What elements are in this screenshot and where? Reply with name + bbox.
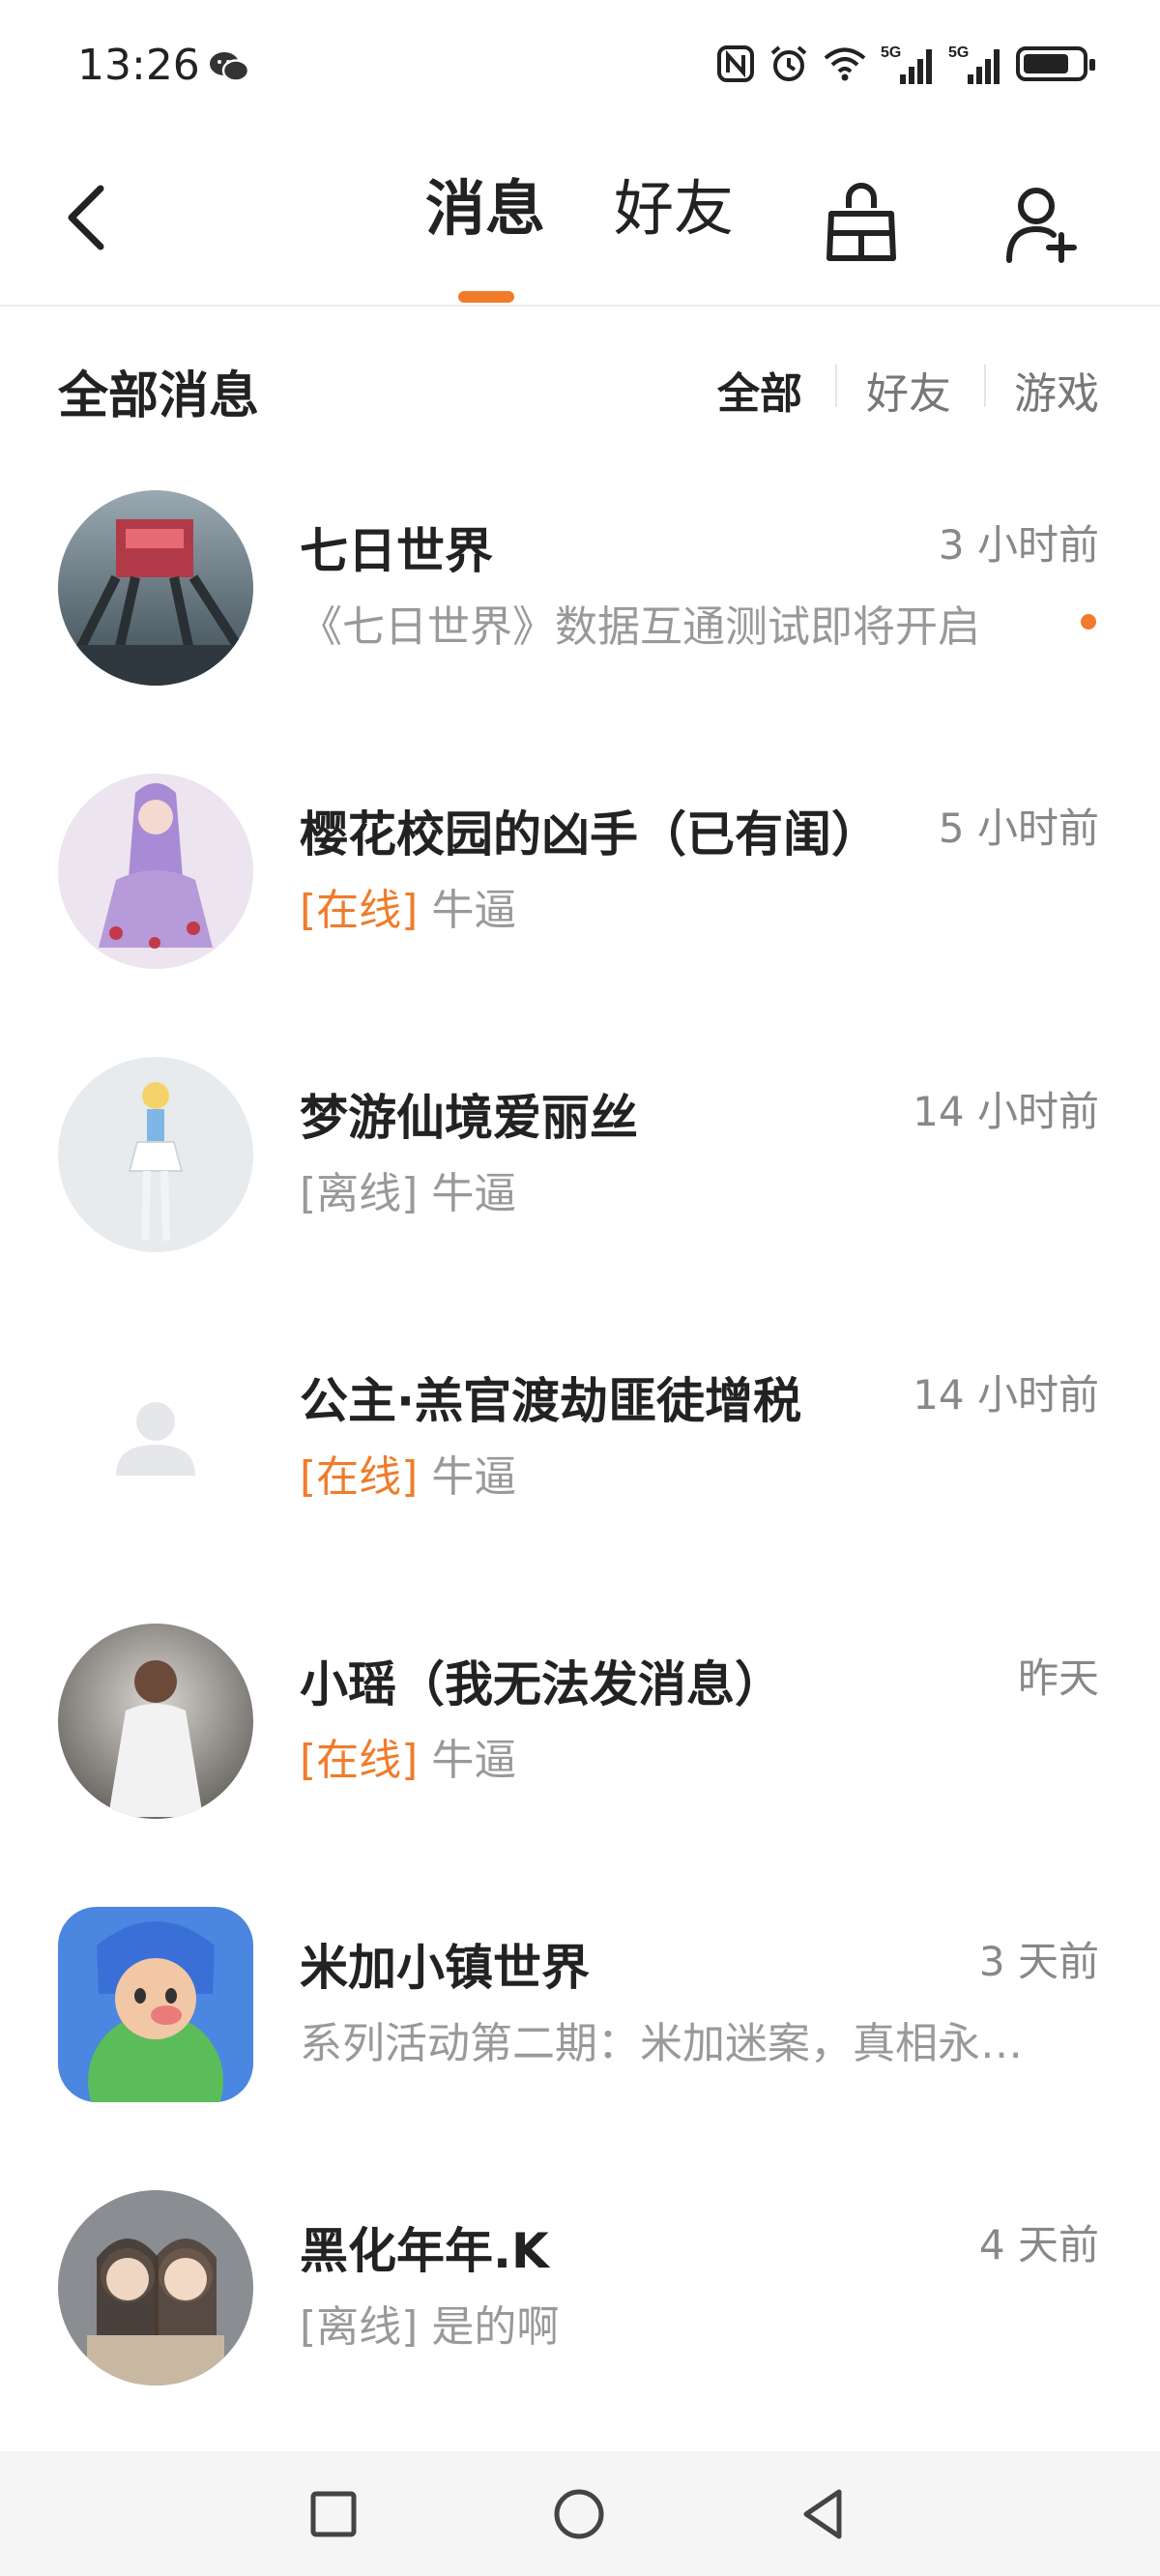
- divider: [984, 365, 986, 407]
- back-button[interactable]: [60, 179, 118, 256]
- message-preview: [在线] 牛逼: [300, 1442, 516, 1504]
- message-time: 昨天: [1017, 1654, 1099, 1702]
- filter-games[interactable]: 游戏: [1014, 359, 1099, 421]
- preview-text: 是的啊: [431, 2302, 560, 2352]
- bag-icon[interactable]: [822, 179, 901, 264]
- recents-button[interactable]: [300, 2480, 367, 2548]
- message-preview: 《七日世界》数据互通测试即将开启: [300, 592, 980, 654]
- status-time: 13:26: [77, 41, 200, 90]
- signal-icon: 5G: [881, 44, 932, 84]
- message-time: 5 小时前: [938, 805, 1099, 852]
- preview-text: 《七日世界》数据互通测试即将开启: [300, 602, 980, 652]
- unread-dot: [1081, 614, 1096, 629]
- message-time: 3 天前: [978, 1938, 1099, 1985]
- preview-text: 系列活动第二期：米加迷案，真相永…: [300, 2019, 1023, 2068]
- alarm-icon: [770, 45, 807, 81]
- list-item[interactable]: 米加小镇世界 3 天前 系列活动第二期：米加迷案，真相永…: [0, 1886, 1160, 2169]
- list-item[interactable]: 小瑶（我无法发消息） 昨天 [在线] 牛逼: [0, 1602, 1160, 1886]
- status-icons: 5G 5G: [716, 41, 1095, 87]
- section-title: 全部消息: [58, 367, 260, 425]
- status-bar: 13:26 5G 5G: [0, 0, 1160, 140]
- contact-name: 七日世界: [300, 523, 493, 579]
- contact-name: 黑化年年.K: [300, 2223, 549, 2279]
- message-preview: [离线] 是的啊: [300, 2292, 559, 2354]
- online-status-tag: [在线]: [300, 886, 419, 935]
- message-preview: [离线] 牛逼: [300, 1158, 516, 1220]
- svg-text:5G: 5G: [948, 44, 969, 61]
- message-preview: [在线] 牛逼: [300, 1725, 516, 1787]
- online-status-tag: [在线]: [300, 1452, 419, 1502]
- preview-text: 牛逼: [431, 1452, 517, 1502]
- contact-name: 米加小镇世界: [300, 1940, 590, 1996]
- offline-status-tag: [离线]: [300, 1169, 419, 1218]
- avatar: [58, 774, 253, 969]
- game-avatar: [58, 1907, 253, 2102]
- header: 消息 好友: [0, 140, 1160, 307]
- avatar: [58, 490, 253, 686]
- home-button[interactable]: [545, 2480, 613, 2548]
- wifi-icon: [824, 47, 866, 81]
- active-tab-indicator: [458, 291, 514, 303]
- tab-messages[interactable]: 消息: [425, 179, 545, 239]
- online-status-tag: [在线]: [300, 1736, 419, 1785]
- filter-all[interactable]: 全部: [717, 359, 802, 421]
- contact-name: 公主·羔官渡劫匪徒增税: [300, 1373, 801, 1429]
- system-nav-bar: [0, 2451, 1160, 2576]
- message-time: 14 小时前: [913, 1371, 1099, 1419]
- preview-text: 牛逼: [431, 1169, 517, 1218]
- list-item[interactable]: 七日世界 3 小时前 《七日世界》数据互通测试即将开启: [0, 469, 1160, 752]
- contact-name: 樱花校园的凶手（已有闺）: [300, 806, 880, 863]
- message-time: 4 天前: [978, 2221, 1099, 2269]
- back-nav-button[interactable]: [791, 2480, 858, 2548]
- avatar: [58, 1057, 253, 1252]
- nfc-icon: [717, 45, 754, 82]
- filter-friends[interactable]: 好友: [866, 359, 951, 421]
- contact-name: 小瑶（我无法发消息）: [300, 1656, 783, 1712]
- list-item[interactable]: 梦游仙境爱丽丝 14 小时前 [离线] 牛逼: [0, 1036, 1160, 1319]
- offline-status-tag: [离线]: [300, 2302, 419, 2352]
- avatar: [58, 1624, 253, 1819]
- svg-text:5G: 5G: [881, 44, 901, 61]
- battery-icon: [1016, 46, 1095, 81]
- avatar: [58, 2190, 253, 2386]
- list-item[interactable]: 黑化年年.K 4 天前 [离线] 是的啊: [0, 2169, 1160, 2452]
- preview-text: 牛逼: [431, 1736, 517, 1785]
- add-user-icon[interactable]: [1003, 179, 1081, 264]
- filter-row: 全部消息 全部 好友 游戏: [0, 305, 1160, 469]
- message-time: 14 小时前: [913, 1088, 1099, 1135]
- wechat-icon: [210, 52, 250, 82]
- message-time: 3 小时前: [938, 521, 1099, 569]
- tab-friends[interactable]: 好友: [614, 179, 734, 239]
- signal-icon: 5G: [948, 44, 1000, 84]
- message-preview: 系列活动第二期：米加迷案，真相永…: [300, 2008, 1023, 2070]
- message-preview: [在线] 牛逼: [300, 875, 516, 937]
- list-item[interactable]: 公主·羔官渡劫匪徒增税 14 小时前 [在线] 牛逼: [0, 1319, 1160, 1602]
- contact-name: 梦游仙境爱丽丝: [300, 1090, 638, 1146]
- default-avatar-icon: [58, 1340, 253, 1536]
- divider: [835, 365, 837, 407]
- preview-text: 牛逼: [431, 886, 517, 935]
- list-item[interactable]: 樱花校园的凶手（已有闺） 5 小时前 [在线] 牛逼: [0, 752, 1160, 1036]
